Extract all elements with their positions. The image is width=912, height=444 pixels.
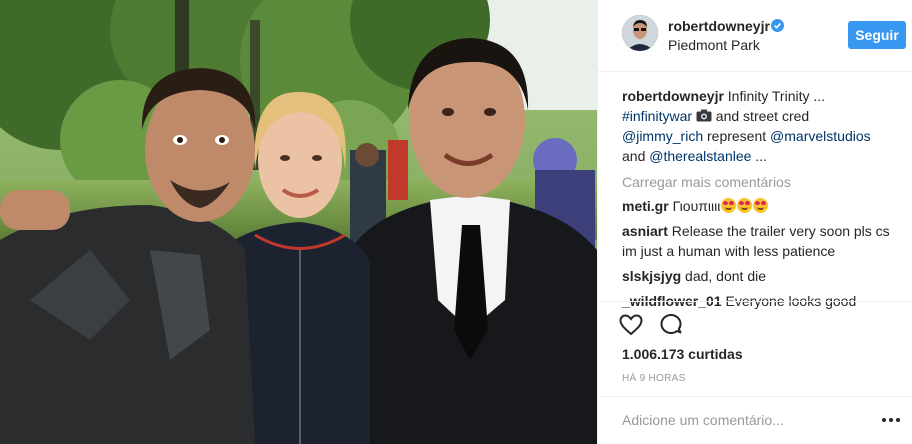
likes-count[interactable]: 1.006.173 curtidas [622,346,743,362]
heart-icon [619,314,643,336]
comment-item: slskjsjyg dad, dont die [622,266,904,286]
comment-bubble-icon [660,314,682,334]
post-actions [618,312,684,340]
like-button[interactable] [618,312,644,338]
divider [598,396,912,397]
add-comment-input[interactable] [622,406,862,434]
comment-username[interactable]: meti.gr [622,198,669,214]
follow-button[interactable]: Seguir [848,21,906,49]
comment-item: meti.gr Γιουπιιιι [622,196,904,216]
comment-item: asniart Release the trailer very soon pl… [622,221,904,261]
more-options-button[interactable] [878,408,904,432]
profile-avatar-icon [622,15,658,51]
author-avatar[interactable] [622,15,658,51]
caption-mention[interactable]: @marvelstudios [770,128,871,144]
caption-text: Infinity Trinity ... [723,88,826,104]
post-timestamp[interactable]: Há 9 horas [622,373,686,384]
caption-username[interactable]: robertdowneyjr [622,88,724,104]
post-side-panel: robertdowneyjr Piedmont Park Seguir robe… [597,0,912,444]
load-more-comments[interactable]: Carregar mais comentários [622,172,904,192]
post-caption: robertdowneyjr Infinity Trinity ... #inf… [622,86,904,166]
caption-text: and street cred [711,108,810,124]
caption-mention[interactable]: @therealstanlee [649,148,751,164]
caption-mention[interactable]: @jimmy_rich [622,128,703,144]
more-dot [896,418,900,422]
comment-text: Γιουπιιιι [668,198,721,214]
post-photo[interactable] [0,0,597,444]
instagram-post: robertdowneyjr Piedmont Park Seguir robe… [0,0,912,444]
camera-emoji-icon [696,109,712,122]
comment-username[interactable]: asniart [622,223,668,239]
comment-text: dad, dont die [681,268,767,284]
post-photo-illustration [0,0,597,444]
heart-eyes-emoji-icon [737,198,753,213]
caption-text: and [622,148,650,164]
heart-eyes-emoji-icon [753,198,769,213]
comments-list: robertdowneyjr Infinity Trinity ... #inf… [622,86,904,311]
post-header: robertdowneyjr Piedmont Park Seguir [598,0,912,72]
more-dot [882,418,886,422]
more-dot [889,418,893,422]
caption-text: represent [703,128,771,144]
caption-hashtag[interactable]: #infinitywar [622,108,692,124]
verified-badge-icon [771,19,784,32]
comment-username[interactable]: slskjsjyg [622,268,681,284]
post-location[interactable]: Piedmont Park [668,37,760,53]
heart-eyes-emoji-icon [721,198,737,213]
author-username[interactable]: robertdowneyjr [668,18,770,34]
comment-button[interactable] [658,312,684,338]
caption-text: ... [751,148,767,164]
divider [598,301,912,302]
